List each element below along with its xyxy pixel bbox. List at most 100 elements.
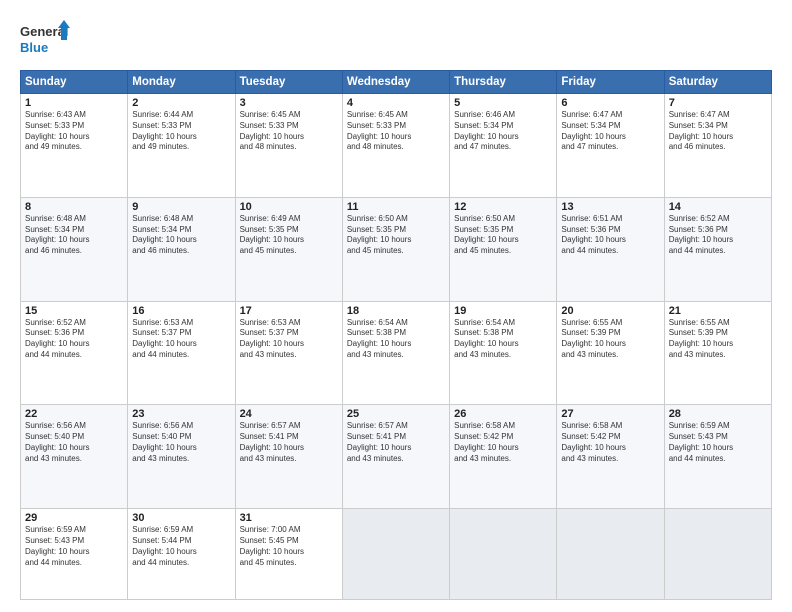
day-info: Sunrise: 6:54 AM Sunset: 5:38 PM Dayligh…: [454, 318, 552, 361]
day-number: 9: [132, 201, 230, 213]
day-number: 28: [669, 408, 767, 420]
day-info: Sunrise: 6:58 AM Sunset: 5:42 PM Dayligh…: [561, 421, 659, 464]
day-info: Sunrise: 6:45 AM Sunset: 5:33 PM Dayligh…: [347, 110, 445, 153]
calendar-cell: 24Sunrise: 6:57 AM Sunset: 5:41 PM Dayli…: [235, 405, 342, 509]
calendar-row: 29Sunrise: 6:59 AM Sunset: 5:43 PM Dayli…: [21, 509, 772, 600]
day-info: Sunrise: 6:46 AM Sunset: 5:34 PM Dayligh…: [454, 110, 552, 153]
calendar-cell: 8Sunrise: 6:48 AM Sunset: 5:34 PM Daylig…: [21, 197, 128, 301]
day-info: Sunrise: 6:49 AM Sunset: 5:35 PM Dayligh…: [240, 214, 338, 257]
day-info: Sunrise: 6:52 AM Sunset: 5:36 PM Dayligh…: [669, 214, 767, 257]
day-number: 13: [561, 201, 659, 213]
calendar-cell: [450, 509, 557, 600]
calendar-col-header: Wednesday: [342, 71, 449, 94]
day-number: 7: [669, 97, 767, 109]
day-info: Sunrise: 6:51 AM Sunset: 5:36 PM Dayligh…: [561, 214, 659, 257]
calendar-col-header: Thursday: [450, 71, 557, 94]
calendar-col-header: Sunday: [21, 71, 128, 94]
day-number: 10: [240, 201, 338, 213]
day-number: 14: [669, 201, 767, 213]
day-info: Sunrise: 6:55 AM Sunset: 5:39 PM Dayligh…: [561, 318, 659, 361]
logo-svg: General Blue: [20, 18, 70, 60]
calendar-col-header: Friday: [557, 71, 664, 94]
day-info: Sunrise: 6:57 AM Sunset: 5:41 PM Dayligh…: [347, 421, 445, 464]
calendar-cell: 3Sunrise: 6:45 AM Sunset: 5:33 PM Daylig…: [235, 94, 342, 198]
calendar-cell: 13Sunrise: 6:51 AM Sunset: 5:36 PM Dayli…: [557, 197, 664, 301]
calendar-cell: 4Sunrise: 6:45 AM Sunset: 5:33 PM Daylig…: [342, 94, 449, 198]
calendar-table: SundayMondayTuesdayWednesdayThursdayFrid…: [20, 70, 772, 600]
day-number: 2: [132, 97, 230, 109]
calendar-cell: 9Sunrise: 6:48 AM Sunset: 5:34 PM Daylig…: [128, 197, 235, 301]
day-number: 1: [25, 97, 123, 109]
day-number: 31: [240, 512, 338, 524]
day-number: 27: [561, 408, 659, 420]
day-info: Sunrise: 6:54 AM Sunset: 5:38 PM Dayligh…: [347, 318, 445, 361]
day-number: 21: [669, 305, 767, 317]
calendar-cell: 26Sunrise: 6:58 AM Sunset: 5:42 PM Dayli…: [450, 405, 557, 509]
calendar-cell: 7Sunrise: 6:47 AM Sunset: 5:34 PM Daylig…: [664, 94, 771, 198]
svg-text:Blue: Blue: [20, 40, 48, 55]
calendar-cell: 31Sunrise: 7:00 AM Sunset: 5:45 PM Dayli…: [235, 509, 342, 600]
calendar-col-header: Monday: [128, 71, 235, 94]
day-number: 8: [25, 201, 123, 213]
day-number: 24: [240, 408, 338, 420]
day-info: Sunrise: 6:47 AM Sunset: 5:34 PM Dayligh…: [561, 110, 659, 153]
day-info: Sunrise: 6:50 AM Sunset: 5:35 PM Dayligh…: [347, 214, 445, 257]
calendar-cell: 5Sunrise: 6:46 AM Sunset: 5:34 PM Daylig…: [450, 94, 557, 198]
calendar-cell: 23Sunrise: 6:56 AM Sunset: 5:40 PM Dayli…: [128, 405, 235, 509]
day-info: Sunrise: 6:52 AM Sunset: 5:36 PM Dayligh…: [25, 318, 123, 361]
day-info: Sunrise: 6:48 AM Sunset: 5:34 PM Dayligh…: [25, 214, 123, 257]
calendar-cell: 22Sunrise: 6:56 AM Sunset: 5:40 PM Dayli…: [21, 405, 128, 509]
calendar-row: 1Sunrise: 6:43 AM Sunset: 5:33 PM Daylig…: [21, 94, 772, 198]
calendar-cell: 27Sunrise: 6:58 AM Sunset: 5:42 PM Dayli…: [557, 405, 664, 509]
calendar-cell: 2Sunrise: 6:44 AM Sunset: 5:33 PM Daylig…: [128, 94, 235, 198]
day-number: 15: [25, 305, 123, 317]
day-number: 19: [454, 305, 552, 317]
day-info: Sunrise: 6:53 AM Sunset: 5:37 PM Dayligh…: [240, 318, 338, 361]
calendar-header-row: SundayMondayTuesdayWednesdayThursdayFrid…: [21, 71, 772, 94]
calendar-cell: [557, 509, 664, 600]
day-info: Sunrise: 6:59 AM Sunset: 5:44 PM Dayligh…: [132, 525, 230, 568]
day-info: Sunrise: 6:58 AM Sunset: 5:42 PM Dayligh…: [454, 421, 552, 464]
calendar-cell: 28Sunrise: 6:59 AM Sunset: 5:43 PM Dayli…: [664, 405, 771, 509]
day-number: 26: [454, 408, 552, 420]
day-number: 3: [240, 97, 338, 109]
day-number: 5: [454, 97, 552, 109]
day-info: Sunrise: 6:47 AM Sunset: 5:34 PM Dayligh…: [669, 110, 767, 153]
calendar-cell: [342, 509, 449, 600]
day-info: Sunrise: 6:48 AM Sunset: 5:34 PM Dayligh…: [132, 214, 230, 257]
day-number: 4: [347, 97, 445, 109]
day-number: 18: [347, 305, 445, 317]
calendar-col-header: Tuesday: [235, 71, 342, 94]
calendar-cell: 17Sunrise: 6:53 AM Sunset: 5:37 PM Dayli…: [235, 301, 342, 405]
calendar-cell: 20Sunrise: 6:55 AM Sunset: 5:39 PM Dayli…: [557, 301, 664, 405]
day-number: 25: [347, 408, 445, 420]
day-number: 11: [347, 201, 445, 213]
day-number: 17: [240, 305, 338, 317]
calendar-cell: 1Sunrise: 6:43 AM Sunset: 5:33 PM Daylig…: [21, 94, 128, 198]
day-info: Sunrise: 6:53 AM Sunset: 5:37 PM Dayligh…: [132, 318, 230, 361]
day-info: Sunrise: 6:45 AM Sunset: 5:33 PM Dayligh…: [240, 110, 338, 153]
day-info: Sunrise: 6:50 AM Sunset: 5:35 PM Dayligh…: [454, 214, 552, 257]
day-info: Sunrise: 6:57 AM Sunset: 5:41 PM Dayligh…: [240, 421, 338, 464]
day-info: Sunrise: 6:56 AM Sunset: 5:40 PM Dayligh…: [132, 421, 230, 464]
day-info: Sunrise: 6:43 AM Sunset: 5:33 PM Dayligh…: [25, 110, 123, 153]
calendar-cell: 16Sunrise: 6:53 AM Sunset: 5:37 PM Dayli…: [128, 301, 235, 405]
day-number: 16: [132, 305, 230, 317]
calendar-cell: 19Sunrise: 6:54 AM Sunset: 5:38 PM Dayli…: [450, 301, 557, 405]
calendar-row: 15Sunrise: 6:52 AM Sunset: 5:36 PM Dayli…: [21, 301, 772, 405]
calendar-cell: 12Sunrise: 6:50 AM Sunset: 5:35 PM Dayli…: [450, 197, 557, 301]
calendar-col-header: Saturday: [664, 71, 771, 94]
day-number: 6: [561, 97, 659, 109]
day-info: Sunrise: 7:00 AM Sunset: 5:45 PM Dayligh…: [240, 525, 338, 568]
day-info: Sunrise: 6:56 AM Sunset: 5:40 PM Dayligh…: [25, 421, 123, 464]
calendar-cell: 10Sunrise: 6:49 AM Sunset: 5:35 PM Dayli…: [235, 197, 342, 301]
calendar-cell: 18Sunrise: 6:54 AM Sunset: 5:38 PM Dayli…: [342, 301, 449, 405]
calendar-cell: 11Sunrise: 6:50 AM Sunset: 5:35 PM Dayli…: [342, 197, 449, 301]
day-number: 29: [25, 512, 123, 524]
day-number: 22: [25, 408, 123, 420]
calendar-cell: 25Sunrise: 6:57 AM Sunset: 5:41 PM Dayli…: [342, 405, 449, 509]
day-info: Sunrise: 6:44 AM Sunset: 5:33 PM Dayligh…: [132, 110, 230, 153]
logo: General Blue: [20, 18, 70, 60]
day-info: Sunrise: 6:59 AM Sunset: 5:43 PM Dayligh…: [25, 525, 123, 568]
calendar-cell: 21Sunrise: 6:55 AM Sunset: 5:39 PM Dayli…: [664, 301, 771, 405]
